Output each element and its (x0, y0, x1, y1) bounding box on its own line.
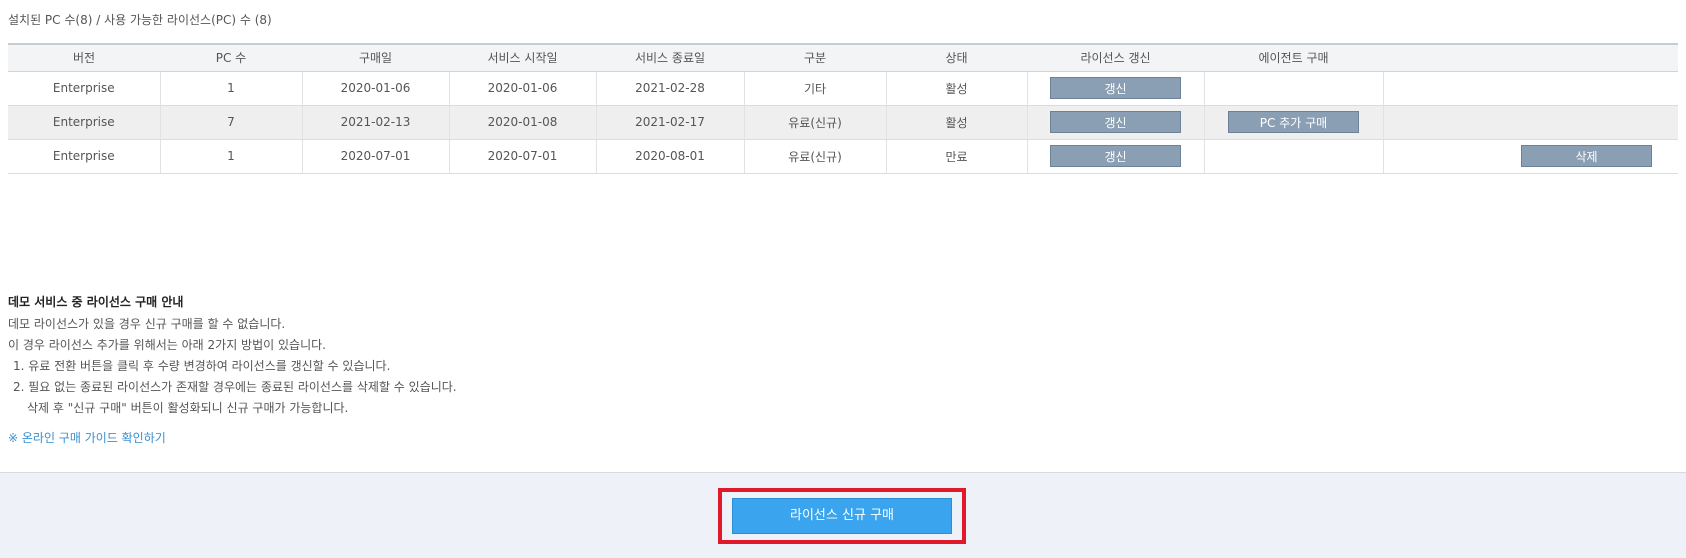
column-header-agent-purchase: 에이전트 구매 (1204, 43, 1383, 72)
table-row: Enterprise 1 2020-07-01 2020-07-01 2020-… (8, 139, 1678, 174)
table-row: Enterprise 7 2021-02-13 2020-01-08 2021-… (8, 105, 1678, 140)
cell-actions (1383, 105, 1678, 140)
cell-purchase-date: 2021-02-13 (302, 105, 450, 140)
column-header-type: 구분 (744, 43, 886, 72)
cell-agent-purchase (1204, 139, 1384, 174)
cell-version: Enterprise (8, 105, 161, 140)
cell-start-date: 2020-07-01 (449, 139, 597, 174)
cell-renew: 갱신 (1027, 71, 1205, 106)
table-row: Enterprise 1 2020-01-06 2020-01-06 2021-… (8, 71, 1678, 106)
cell-agent-purchase: PC 추가 구매 (1204, 105, 1384, 140)
purchase-guide: 데모 서비스 중 라이선스 구매 안내 데모 라이선스가 있을 경우 신규 구매… (8, 292, 908, 449)
guide-item: 1. 유료 전환 버튼을 클릭 후 수량 변경하여 라이선스를 갱신할 수 있습… (13, 359, 391, 373)
renew-button[interactable]: 갱신 (1050, 145, 1181, 167)
column-header-start-date: 서비스 시작일 (449, 43, 596, 72)
cell-status: 활성 (886, 71, 1028, 106)
column-header-license-renew: 라이선스 갱신 (1027, 43, 1204, 72)
guide-item: 2. 필요 없는 종료된 라이선스가 존재할 경우에는 종료된 라이선스를 삭제… (13, 380, 457, 394)
cell-actions (1383, 71, 1678, 106)
cell-pc-count: 1 (160, 71, 303, 106)
add-pc-purchase-button[interactable]: PC 추가 구매 (1228, 111, 1359, 133)
cell-start-date: 2020-01-06 (449, 71, 597, 106)
cell-type: 기타 (744, 71, 887, 106)
renew-button[interactable]: 갱신 (1050, 111, 1181, 133)
cell-status: 만료 (886, 139, 1028, 174)
column-header-purchase-date: 구매일 (302, 43, 449, 72)
cell-type: 유료(신규) (744, 105, 887, 140)
cell-agent-purchase (1204, 71, 1384, 106)
column-header-pc-count: PC 수 (160, 43, 302, 72)
cell-renew: 갱신 (1027, 105, 1205, 140)
cell-purchase-date: 2020-01-06 (302, 71, 450, 106)
guide-title: 데모 서비스 중 라이선스 구매 안내 (8, 295, 184, 309)
cell-version: Enterprise (8, 71, 161, 106)
cell-status: 활성 (886, 105, 1028, 140)
cell-actions: 삭제 (1383, 139, 1678, 174)
guide-line: 이 경우 라이선스 추가를 위해서는 아래 2가지 방법이 있습니다. (8, 338, 326, 352)
cell-type: 유료(신규) (744, 139, 887, 174)
new-license-purchase-button[interactable]: 라이선스 신규 구매 (732, 498, 952, 534)
guide-item-note: 삭제 후 "신규 구매" 버튼이 활성화되니 신규 구매가 가능합니다. (27, 401, 349, 415)
license-page: 설치된 PC 수(8) / 사용 가능한 라이선스(PC) 수 (8) 버전 P… (0, 0, 1686, 558)
cell-start-date: 2020-01-08 (449, 105, 597, 140)
license-summary: 설치된 PC 수(8) / 사용 가능한 라이선스(PC) 수 (8) (8, 13, 272, 27)
guide-line: 데모 라이선스가 있을 경우 신규 구매를 할 수 없습니다. (8, 317, 286, 331)
renew-button[interactable]: 갱신 (1050, 77, 1181, 99)
table-header-row: 버전 PC 수 구매일 서비스 시작일 서비스 종료일 구분 상태 라이선스 갱… (8, 43, 1678, 72)
delete-button[interactable]: 삭제 (1521, 145, 1652, 167)
column-header-status: 상태 (886, 43, 1027, 72)
column-header-version: 버전 (8, 43, 160, 72)
cell-purchase-date: 2020-07-01 (302, 139, 450, 174)
cell-end-date: 2020-08-01 (596, 139, 745, 174)
cell-end-date: 2021-02-17 (596, 105, 745, 140)
cell-renew: 갱신 (1027, 139, 1205, 174)
column-header-actions (1383, 43, 1678, 72)
online-purchase-guide-link[interactable]: ※ 온라인 구매 가이드 확인하기 (8, 428, 166, 449)
license-table: 버전 PC 수 구매일 서비스 시작일 서비스 종료일 구분 상태 라이선스 갱… (8, 43, 1678, 174)
cell-pc-count: 7 (160, 105, 303, 140)
cell-end-date: 2021-02-28 (596, 71, 745, 106)
cell-pc-count: 1 (160, 139, 303, 174)
column-header-end-date: 서비스 종료일 (596, 43, 744, 72)
cell-version: Enterprise (8, 139, 161, 174)
